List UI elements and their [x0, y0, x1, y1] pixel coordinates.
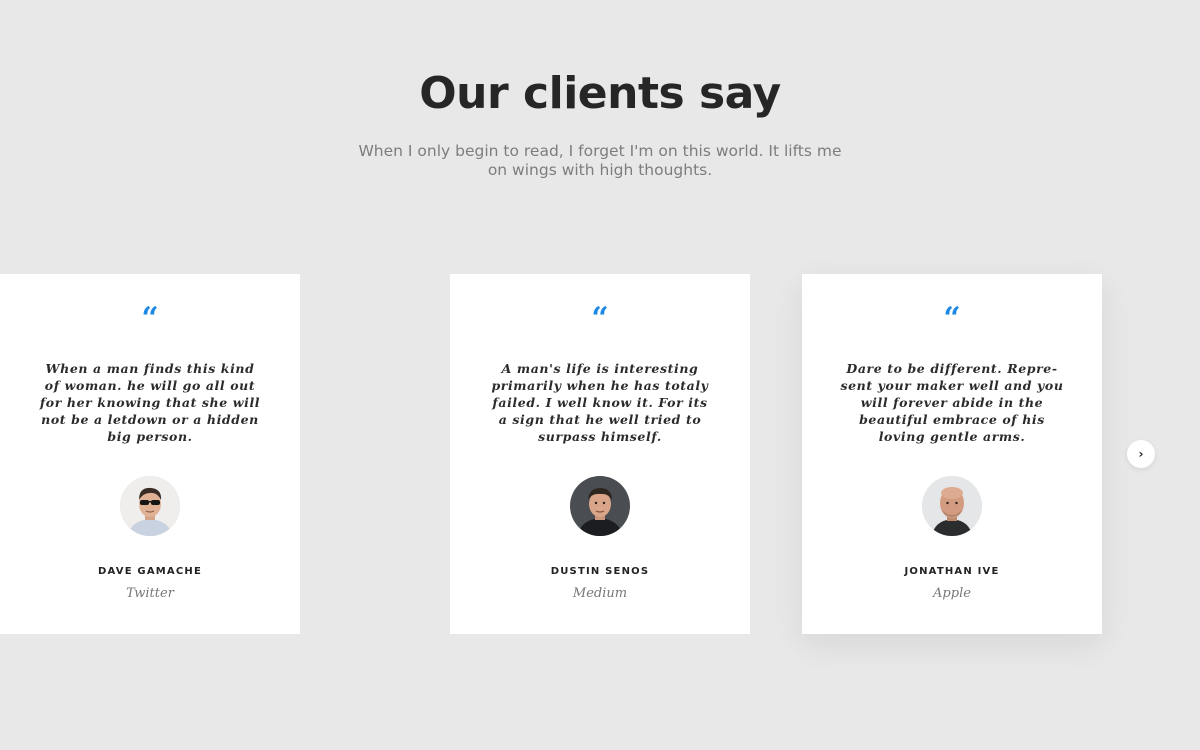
client-company: Apple [933, 586, 971, 601]
client-company: Medium [572, 586, 628, 601]
testimonial-card: “ Dare to be different. Repre-sent your … [802, 274, 1102, 634]
testimonial-card: “ A man's life is interesting primarily … [450, 274, 750, 634]
quote-icon: “ [141, 301, 159, 336]
client-name: JONATHAN IVE [904, 566, 1000, 577]
client-name: DAVE GAMACHE [98, 566, 202, 577]
section-subtitle: When I only begin to read, I forget I'm … [358, 142, 842, 179]
testimonial-quote: When a man finds this kind of woman. he … [39, 361, 261, 444]
testimonial-quote: Dare to be different. Repre-sent your ma… [840, 361, 1064, 444]
avatar [120, 476, 180, 536]
section-title: Our clients say [419, 68, 781, 119]
client-name: DUSTIN SENOS [550, 566, 650, 577]
testimonials-section: Our clients say When I only begin to rea… [0, 0, 1200, 750]
client-company: Twitter [126, 586, 174, 601]
testimonial-quote: A man's life is interesting primarily wh… [491, 361, 709, 444]
avatar [922, 476, 982, 536]
testimonial-card: “ When a man finds this kind of woman. h… [0, 274, 300, 634]
quote-icon: “ [943, 301, 961, 336]
avatar [570, 476, 630, 536]
chevron-right-icon: › [1138, 447, 1144, 461]
next-button[interactable]: › [1127, 440, 1155, 468]
quote-icon: “ [591, 301, 609, 336]
